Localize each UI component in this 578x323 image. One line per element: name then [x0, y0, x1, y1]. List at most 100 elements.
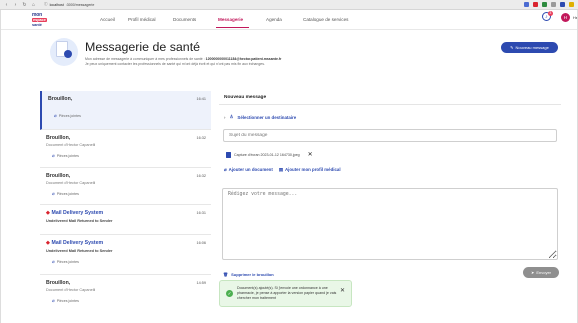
unread-flag-icon: ◆	[46, 210, 50, 216]
delete-draft-label: Supprimer le brouillon	[231, 272, 274, 277]
app-header: mon espace santé Accueil Profil médical …	[0, 10, 578, 30]
notifications-button[interactable]: ♪ 3	[541, 11, 553, 22]
address-bar[interactable]: ⓘ localhost:3000/messagerie	[44, 2, 94, 7]
new-message-label: Nouveau message	[515, 45, 549, 50]
attachment-chip: Capture d'écran 2023-01-12 164730.jpeg ✕	[226, 150, 313, 159]
message-subject: Document d'Hector Capanelli	[46, 143, 96, 147]
message-sender: Brouillon,	[46, 135, 71, 141]
message-time: 16:41	[196, 97, 206, 101]
attachment-filename: Capture d'écran 2023-01-12 164730.jpeg	[234, 152, 300, 157]
select-recipient-button[interactable]: › ♙ Sélectionner un destinataire	[224, 114, 296, 120]
account-name[interactable]: He	[573, 15, 578, 20]
paperclip-icon: ⌀	[54, 113, 57, 118]
home-icon[interactable]: ⌂	[31, 2, 36, 8]
compose-heading: Nouveau message	[224, 95, 267, 100]
mon-espace-sante-logo[interactable]: mon espace santé	[32, 13, 55, 27]
attachments-indicator: ⌀ Pièces jointes	[52, 259, 79, 264]
page-description: Mon adresse de messagerie à communiquer …	[85, 57, 375, 67]
page-title: Messagerie de santé	[85, 40, 201, 54]
attachments-indicator: ⌀ Pièces jointes	[52, 298, 79, 303]
extension-icon[interactable]	[551, 2, 556, 7]
nav-profil-medical[interactable]: Profil médical	[128, 17, 156, 22]
message-subject: Undelivered Mail Returned to Sender	[46, 219, 113, 223]
list-item[interactable]: ◆ Mail Delivery System 16:06 Undelivered …	[40, 235, 211, 275]
divider	[219, 104, 561, 105]
toast-message: Document(s) ajouté(s). Si j'envoie une o…	[237, 286, 337, 300]
extension-icon[interactable]	[569, 2, 574, 7]
logo-line-3: santé	[32, 22, 42, 27]
extension-bar	[524, 2, 574, 7]
message-sender: Brouillon,	[48, 96, 73, 102]
reload-icon[interactable]: ↻	[22, 2, 27, 8]
nav-agenda[interactable]: Agenda	[266, 17, 282, 22]
send-icon: ➤	[530, 270, 535, 275]
nav-messagerie[interactable]: Messagerie	[218, 17, 243, 22]
message-sender: ◆ Mail Delivery System	[46, 210, 104, 216]
delete-draft-button[interactable]: 🗑 Supprimer le brouillon	[223, 272, 274, 277]
message-list: Brouillon, 16:41 ⌀ Pièces jointes Brouill…	[40, 91, 211, 311]
chevron-right-icon: ›	[224, 114, 226, 120]
nav-documents[interactable]: Documents	[173, 17, 196, 22]
message-time: 14:59	[196, 281, 206, 285]
message-subject: Document d'Hector Capanelli	[46, 288, 96, 292]
back-arrow-icon[interactable]: ‹	[4, 2, 9, 8]
unread-flag-icon: ◆	[46, 240, 50, 246]
description-suffix: Je peux uniquement contacter les profess…	[85, 62, 265, 66]
url-path: :3000/messagerie	[65, 2, 95, 7]
new-message-button[interactable]: ✎ Nouveau message	[501, 42, 558, 53]
attachments-indicator: ⌀ Pièces jointes	[52, 191, 79, 196]
paperclip-icon: ⌀	[224, 167, 227, 172]
message-time: 16:32	[196, 136, 206, 140]
message-time: 16:06	[196, 241, 206, 245]
list-item[interactable]: Brouillon, 16:32 Document d'Hector Capan…	[40, 168, 211, 205]
mssante-email: 1200000000011184@hector.patient.mssante.…	[205, 57, 282, 61]
message-sender: Brouillon,	[46, 280, 71, 286]
description-prefix: Mon adresse de messagerie à communiquer …	[85, 57, 206, 61]
extension-icon[interactable]	[524, 2, 529, 7]
list-item[interactable]: Brouillon, 14:59 Document d'Hector Capan…	[40, 275, 211, 311]
select-recipient-label: Sélectionner un destinataire	[237, 114, 297, 120]
paperclip-icon: ⌀	[52, 153, 55, 158]
message-subject: Document d'Hector Capanelli	[46, 181, 96, 185]
attachments-indicator: ⌀ Pièces jointes	[52, 153, 79, 158]
nav-accueil[interactable]: Accueil	[100, 17, 115, 22]
subject-input[interactable]	[223, 129, 557, 142]
avatar[interactable]: H	[560, 12, 570, 22]
message-sender: ◆ Mail Delivery System	[46, 240, 104, 246]
attachments-indicator: ⌀ Pièces jointes	[54, 113, 81, 118]
message-body-input[interactable]	[222, 188, 558, 260]
lock-icon: ⓘ	[44, 2, 48, 6]
paperclip-icon: ⌀	[52, 259, 55, 264]
check-icon: ✓	[226, 290, 233, 297]
trash-icon: 🗑	[223, 272, 229, 277]
nav-catalogue-services[interactable]: Catalogue de services	[303, 17, 348, 22]
document-icon: ▤	[278, 167, 283, 172]
compose-panel: Nouveau message › ♙ Sélectionner un dest…	[219, 91, 561, 291]
message-subject: Undelivered Mail Returned to Sender	[46, 249, 113, 253]
message-time: 16:32	[196, 174, 206, 178]
extension-icon[interactable]	[542, 2, 547, 7]
add-medical-profile-link[interactable]: ▤ Ajouter mon profil médical	[279, 167, 341, 173]
close-icon[interactable]: ✕	[340, 287, 345, 294]
list-item[interactable]: ◆ Mail Delivery System 16:31 Undelivered …	[40, 205, 211, 235]
account-area: ♪ 3 H He	[541, 11, 578, 22]
extension-icon[interactable]	[533, 2, 538, 7]
person-icon: ♙	[229, 114, 234, 119]
send-label: Envoyer	[536, 270, 552, 275]
list-item[interactable]: Brouillon, 16:32 Document d'Hector Capan…	[40, 130, 211, 168]
pencil-icon: ✎	[510, 45, 514, 50]
send-button[interactable]: ➤ Envoyer	[523, 267, 559, 278]
forward-arrow-icon[interactable]: ›	[13, 2, 18, 8]
active-tab-underline	[216, 27, 249, 29]
image-file-icon	[226, 151, 231, 158]
add-attachment-links: ⌀ Ajouter un document ▤ Ajouter mon profil…	[224, 167, 341, 173]
url-host: localhost	[49, 2, 64, 7]
remove-attachment-icon[interactable]: ✕	[308, 151, 313, 158]
extension-icon[interactable]	[560, 2, 565, 7]
message-time: 16:31	[196, 211, 206, 215]
paperclip-icon: ⌀	[52, 191, 55, 196]
add-document-link[interactable]: ⌀ Ajouter un document	[224, 167, 273, 173]
notification-badge: 3	[547, 11, 553, 16]
success-toast: ✓ Document(s) ajouté(s). Si j'envoie une…	[219, 280, 352, 307]
list-item[interactable]: Brouillon, 16:41 ⌀ Pièces jointes	[40, 91, 211, 130]
